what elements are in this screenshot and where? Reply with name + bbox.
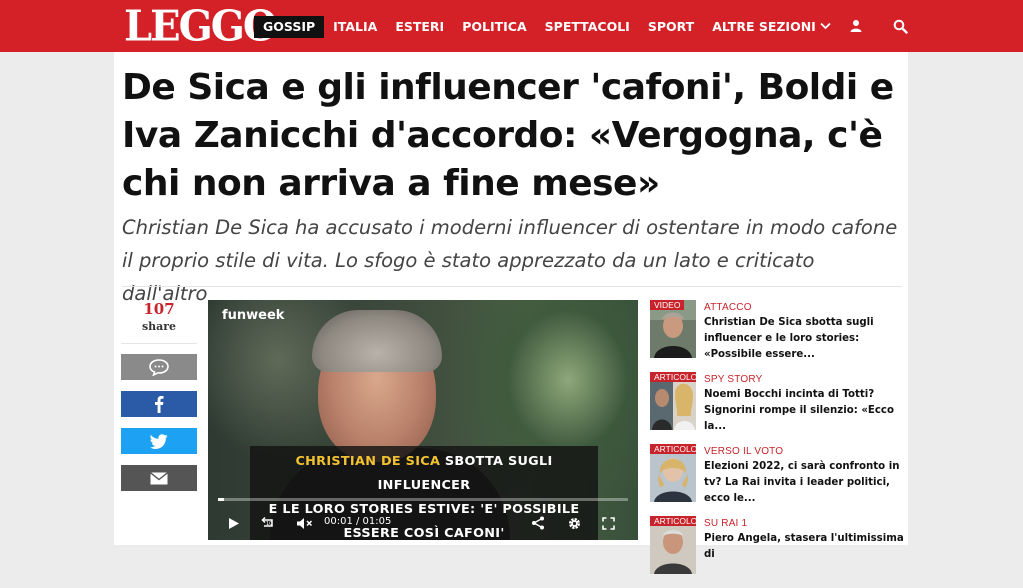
related-badge: ARTICOLO [650, 516, 696, 526]
related-title[interactable]: Piero Angela, stasera l'ultimissima di [704, 531, 908, 563]
divider [122, 286, 902, 287]
comment-button[interactable] [121, 354, 197, 380]
comment-icon [149, 359, 169, 376]
svg-text:10: 10 [266, 521, 272, 527]
funweek-logo: funweek [222, 308, 285, 323]
mail-icon [150, 471, 168, 484]
related-thumbnail: VIDEO [650, 300, 696, 358]
related-item[interactable]: ARTICOLO SU RAI 1 Piero Angela, stasera … [650, 516, 908, 588]
user-icon[interactable] [845, 15, 867, 37]
article-subtitle: Christian De Sica ha accusato i moderni … [122, 216, 898, 305]
nav-item-altre-sezioni-label: ALTRE SEZIONI [712, 19, 816, 34]
top-navigation-bar: LEGGO GOSSIP ITALIA ESTERI POLITICA SPET… [0, 0, 1023, 52]
share-label: share [141, 320, 177, 333]
nav-item-sport[interactable]: SPORT [639, 16, 703, 38]
play-icon[interactable] [222, 508, 246, 538]
related-title[interactable]: Christian De Sica sbotta sugli influence… [704, 315, 908, 363]
related-thumbnail: ARTICOLO [650, 444, 696, 502]
related-badge: ARTICOLO [650, 372, 696, 382]
video-player[interactable]: funweek CHRISTIAN DE SICA SBOTTA SUGLI I… [208, 300, 638, 540]
header-icons [845, 15, 911, 37]
twitter-share-button[interactable] [121, 428, 197, 454]
share-icon[interactable] [526, 508, 550, 538]
related-category: VERSO IL VOTO [704, 446, 784, 457]
related-thumbnail: ARTICOLO [650, 372, 696, 430]
article-page: De Sica e gli influencer 'cafoni', Boldi… [114, 52, 908, 574]
video-time: 00:01 / 01:05 [324, 516, 392, 527]
video-progress-bar[interactable] [218, 498, 628, 501]
facebook-icon [155, 396, 164, 413]
related-category: SPY STORY [704, 374, 763, 385]
related-thumbnail: ARTICOLO [650, 516, 696, 574]
related-title[interactable]: Elezioni 2022, ci sarà confronto in tv? … [704, 459, 908, 507]
article-headline: De Sica e gli influencer 'cafoni', Boldi… [122, 67, 894, 204]
chevron-down-icon [820, 16, 831, 38]
nav-item-altre-sezioni[interactable]: ALTRE SEZIONI [703, 16, 840, 38]
settings-icon[interactable] [562, 508, 586, 538]
caption-highlight: CHRISTIAN DE SICA [295, 454, 441, 469]
related-badge: VIDEO [650, 300, 685, 310]
related-category: SU RAI 1 [704, 518, 748, 529]
twitter-icon [150, 433, 168, 449]
related-badge: ARTICOLO [650, 444, 696, 454]
related-item[interactable]: ARTICOLO VERSO IL VOTO Elezioni 2022, ci… [650, 444, 908, 516]
mail-share-button[interactable] [121, 465, 197, 491]
replay-icon[interactable]: 10 [256, 508, 280, 538]
fullscreen-icon[interactable] [596, 508, 620, 538]
search-icon[interactable] [889, 15, 911, 37]
nav-item-politica[interactable]: POLITICA [453, 16, 535, 38]
nav-item-gossip[interactable]: GOSSIP [254, 16, 325, 38]
share-count: 107 [143, 300, 175, 318]
volume-icon[interactable] [292, 508, 316, 538]
nav-item-esteri[interactable]: ESTERI [386, 16, 453, 38]
main-nav: GOSSIP ITALIA ESTERI POLITICA SPETTACOLI… [254, 16, 840, 38]
share-column: 107 share [121, 300, 197, 502]
facebook-share-button[interactable] [121, 391, 197, 417]
leggo-logo[interactable]: LEGGO [124, 1, 278, 50]
video-controls: 10 00:01 / 01:05 [208, 508, 638, 538]
video-progress-fill [218, 498, 225, 501]
nav-item-italia[interactable]: ITALIA [324, 16, 386, 38]
share-divider [121, 343, 197, 344]
related-item[interactable]: VIDEO ATTACCO Christian De Sica sbotta s… [650, 300, 908, 372]
related-category: ATTACCO [704, 302, 752, 313]
related-title[interactable]: Noemi Bocchi incinta di Totti? Signorini… [704, 387, 908, 435]
video-person-hair [312, 310, 442, 372]
nav-item-spettacoli[interactable]: SPETTACOLI [536, 16, 639, 38]
related-item[interactable]: ARTICOLO SPY STORY Noemi Bocchi incinta … [650, 372, 908, 444]
